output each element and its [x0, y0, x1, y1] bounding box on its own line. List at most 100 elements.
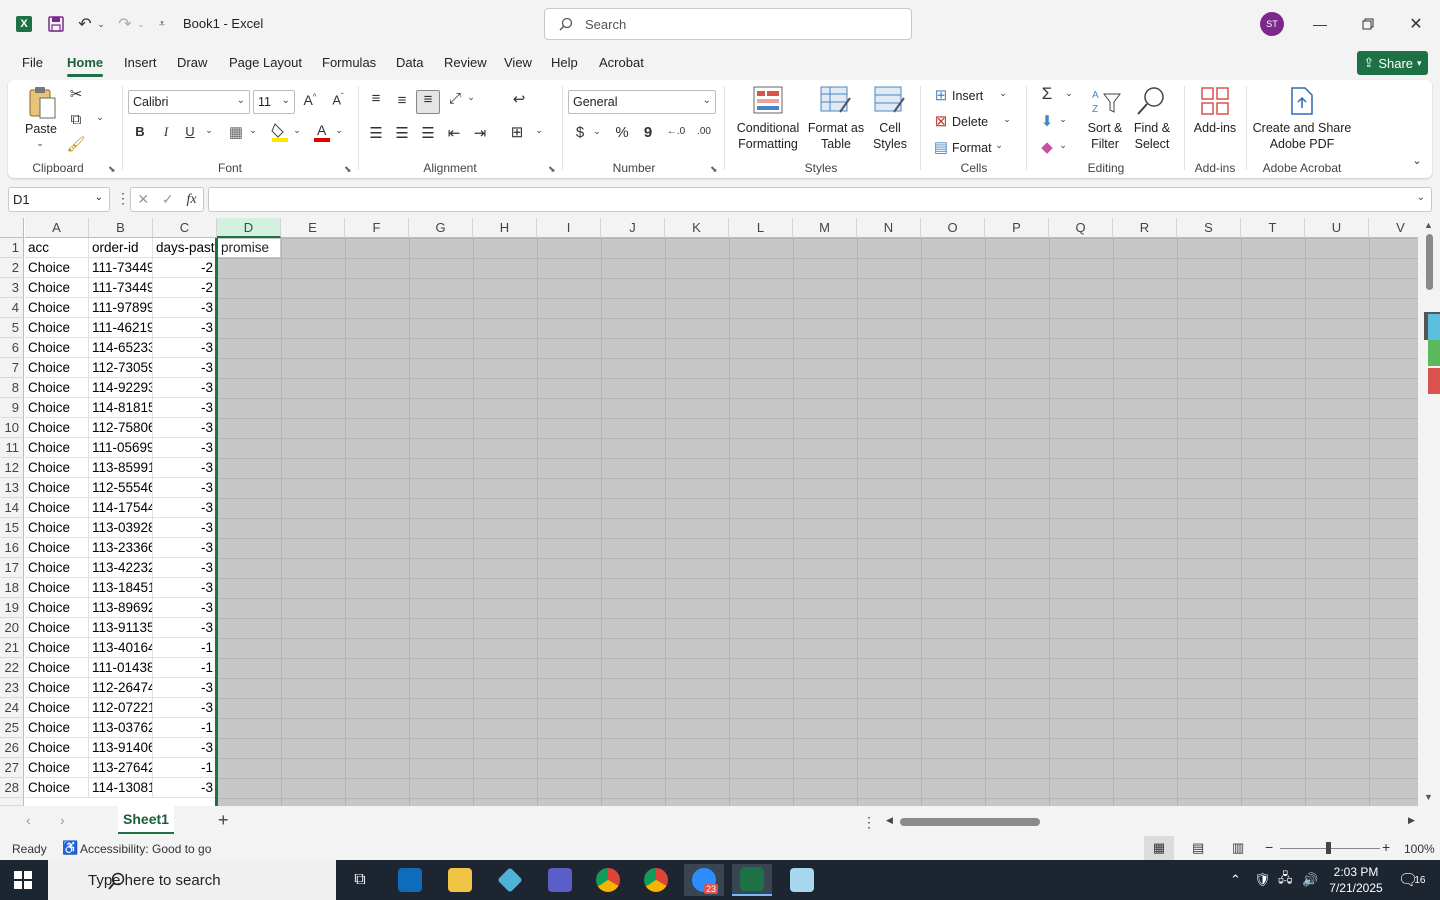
table-cell[interactable]: 112-73059: [89, 358, 153, 378]
alignment-launcher-icon[interactable]: ⬊: [548, 164, 556, 175]
table-cell[interactable]: -3: [153, 498, 217, 518]
clear-dropdown-icon[interactable]: ⌄: [1058, 140, 1068, 151]
row-header[interactable]: [0, 798, 24, 806]
table-cell[interactable]: 114-81815: [89, 398, 153, 418]
table-cell[interactable]: -3: [153, 598, 217, 618]
name-box[interactable]: D1 ⌄: [8, 187, 110, 212]
table-cell[interactable]: -3: [153, 738, 217, 758]
column-header-n[interactable]: N: [857, 218, 921, 238]
table-cell[interactable]: -3: [153, 478, 217, 498]
table-cell[interactable]: 114-65233: [89, 338, 153, 358]
add-ins-icon[interactable]: [1200, 86, 1230, 116]
zoom-level[interactable]: 100%: [1404, 842, 1435, 856]
table-cell[interactable]: 113-89692: [89, 598, 153, 618]
sort-filter-label[interactable]: Sort &: [1080, 120, 1130, 136]
row-header[interactable]: 8: [0, 378, 24, 398]
table-cell[interactable]: -3: [153, 398, 217, 418]
borders-icon[interactable]: ▦: [226, 123, 246, 141]
font-launcher-icon[interactable]: ⬊: [344, 164, 352, 175]
table-cell[interactable]: -3: [153, 438, 217, 458]
format-as-table-icon[interactable]: [820, 86, 852, 114]
wrap-text-icon[interactable]: ↩: [508, 90, 530, 108]
column-header-o[interactable]: O: [921, 218, 985, 238]
create-share-pdf-label2[interactable]: Adobe PDF: [1252, 136, 1352, 152]
redo-icon[interactable]: ↷: [114, 0, 136, 48]
row-header[interactable]: 15: [0, 518, 24, 538]
row-header[interactable]: 20: [0, 618, 24, 638]
table-cell[interactable]: Choice: [25, 438, 89, 458]
adobe-pdf-icon[interactable]: [1288, 86, 1316, 116]
tab-home[interactable]: Home: [67, 55, 104, 77]
cell-styles-label[interactable]: Cell: [870, 120, 910, 136]
vertical-scroll-thumb[interactable]: [1426, 234, 1433, 290]
share-button[interactable]: ⇪ Share ▾: [1357, 51, 1428, 75]
table-cell[interactable]: 113-18451: [89, 578, 153, 598]
row-header[interactable]: 12: [0, 458, 24, 478]
windows-start-icon[interactable]: [14, 871, 32, 892]
table-cell[interactable]: -3: [153, 338, 217, 358]
table-cell[interactable]: 114-13081: [89, 778, 153, 798]
table-cell[interactable]: -1: [153, 658, 217, 678]
table-cell[interactable]: -1: [153, 718, 217, 738]
zoom-out-icon[interactable]: −: [1265, 839, 1273, 855]
table-cell[interactable]: 113-03762: [89, 718, 153, 738]
chrome-profile-icon[interactable]: [636, 864, 676, 896]
table-cell[interactable]: Choice: [25, 498, 89, 518]
chrome-icon[interactable]: [588, 864, 628, 896]
clear-icon[interactable]: ◆: [1036, 138, 1058, 156]
table-cell[interactable]: Choice: [25, 678, 89, 698]
column-header-a[interactable]: A: [25, 218, 89, 238]
cell-C1[interactable]: days-past: [153, 238, 217, 258]
delete-cells-label[interactable]: Delete: [952, 114, 992, 130]
excel-taskbar-icon[interactable]: [732, 864, 772, 896]
table-cell[interactable]: 113-85991: [89, 458, 153, 478]
row-header[interactable]: 4: [0, 298, 24, 318]
table-cell[interactable]: -2: [153, 258, 217, 278]
row-header[interactable]: 23: [0, 678, 24, 698]
delete-cells-icon[interactable]: ⊠: [932, 112, 950, 130]
tab-draw[interactable]: Draw: [177, 55, 207, 70]
vertical-scrollbar[interactable]: ▲ ▼: [1418, 218, 1440, 806]
column-header-s[interactable]: S: [1177, 218, 1241, 238]
orientation-icon[interactable]: ⤢: [444, 90, 466, 107]
table-cell[interactable]: Choice: [25, 458, 89, 478]
teams-icon[interactable]: [540, 864, 580, 896]
table-cell[interactable]: Choice: [25, 618, 89, 638]
fill-color-icon[interactable]: [270, 122, 290, 146]
row-header[interactable]: 1: [0, 238, 24, 258]
spreadsheet-grid[interactable]: A B C D E F G H I J K L M N O P Q R S T U V 1 2 3 4 5 6 7 8 9 10 11 12 13 1…: [0, 218, 1440, 806]
next-sheet-icon[interactable]: ›: [60, 812, 65, 828]
save-icon[interactable]: [44, 0, 68, 48]
scroll-right-icon[interactable]: ▶: [1408, 815, 1415, 826]
align-top-icon[interactable]: ≡: [366, 90, 386, 107]
insert-dropdown-icon[interactable]: ⌄: [998, 88, 1008, 99]
number-launcher-icon[interactable]: ⬊: [710, 164, 718, 175]
collapse-ribbon-icon[interactable]: ⌄: [1410, 154, 1424, 167]
insert-cells-icon[interactable]: ⊞: [932, 86, 950, 104]
prev-sheet-icon[interactable]: ‹: [26, 812, 31, 828]
column-header-b[interactable]: B: [89, 218, 153, 238]
row-header[interactable]: 27: [0, 758, 24, 778]
format-as-table-label2[interactable]: Table: [806, 136, 866, 152]
table-cell[interactable]: 111-46219: [89, 318, 153, 338]
undo-icon[interactable]: ↶: [74, 0, 96, 48]
minimize-icon[interactable]: —: [1306, 10, 1334, 38]
row-header[interactable]: 26: [0, 738, 24, 758]
autosum-icon[interactable]: Σ: [1036, 84, 1058, 104]
enter-icon[interactable]: ✓: [162, 191, 174, 208]
side-panel-tab-red[interactable]: [1428, 368, 1440, 394]
currency-dropdown-icon[interactable]: ⌄: [592, 126, 602, 137]
autosum-dropdown-icon[interactable]: ⌄: [1064, 88, 1074, 99]
copy-icon[interactable]: ⧉: [66, 111, 86, 128]
tab-review[interactable]: Review: [444, 55, 487, 70]
search-input[interactable]: Search: [544, 8, 912, 40]
column-header-j[interactable]: J: [601, 218, 665, 238]
row-header[interactable]: 16: [0, 538, 24, 558]
outlook-icon[interactable]: [390, 864, 430, 896]
tab-formulas[interactable]: Formulas: [322, 55, 376, 70]
comma-style-icon[interactable]: 9: [640, 124, 656, 141]
find-select-label2[interactable]: Select: [1126, 136, 1178, 152]
customize-toolbar-icon[interactable]: ⩡: [154, 0, 170, 48]
row-header[interactable]: 5: [0, 318, 24, 338]
table-cell[interactable]: -3: [153, 378, 217, 398]
